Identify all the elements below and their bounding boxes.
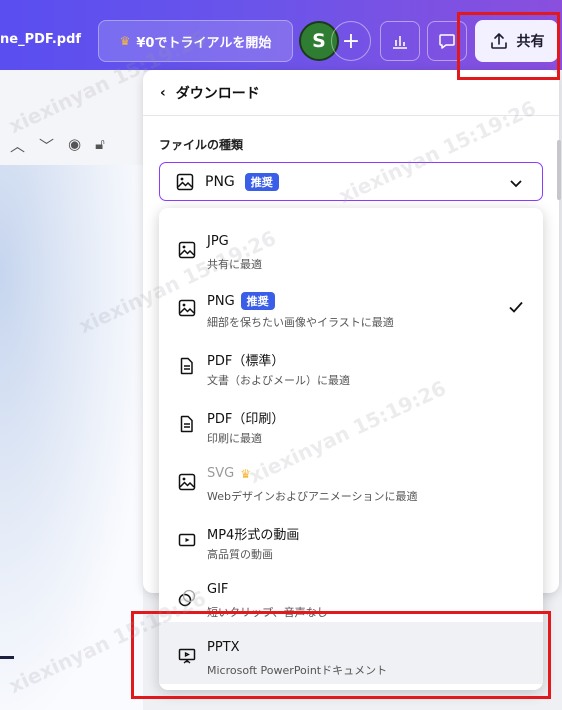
format-option-description: Webデザインおよびアニメーションに最適 — [207, 490, 418, 503]
crown-icon: ♛ — [119, 34, 131, 48]
document-filename[interactable]: ne_PDF.pdf — [0, 32, 81, 47]
chevron-down-icon — [510, 180, 522, 188]
format-option-label: JPG — [207, 234, 229, 249]
image-icon — [177, 298, 197, 318]
format-option-label: GIF — [207, 582, 228, 597]
format-option-pdf[interactable]: PDF（標準） 文書（およびメール）に最適 — [159, 336, 543, 394]
scrollbar[interactable] — [557, 140, 561, 200]
annotation-box — [457, 12, 560, 80]
start-trial-label: ¥0でトライアルを開始 — [136, 35, 272, 51]
preview-element — [0, 656, 14, 659]
panel-title: ダウンロード — [175, 85, 260, 102]
lock-icon[interactable]: 🔓︎ — [95, 135, 105, 156]
format-name: GIF — [207, 582, 229, 597]
format-name: PDF（印刷） — [207, 412, 285, 427]
recommended-badge: 推奨 — [240, 292, 275, 310]
comment-icon — [439, 34, 455, 49]
format-option-description: 高品質の動画 — [207, 548, 273, 561]
format-option-description: 共有に最適 — [207, 258, 262, 271]
back-chevron-icon[interactable]: ‹ — [160, 85, 166, 101]
document-icon — [177, 414, 197, 434]
analytics-button[interactable] — [380, 21, 420, 61]
format-option-label: PDF（印刷） — [207, 408, 284, 427]
format-option-mp4[interactable]: MP4形式の動画 高品質の動画 — [159, 510, 543, 568]
format-option-description: 文書（およびメール）に最適 — [207, 374, 350, 387]
format-name: PNG — [207, 293, 235, 309]
annotation-box — [131, 611, 551, 699]
visibility-icon[interactable]: ◉ — [68, 135, 81, 156]
format-option-label: MP4形式の動画 — [207, 524, 299, 543]
format-option-label: PDF（標準） — [207, 350, 284, 369]
format-name: SVG — [207, 466, 235, 481]
gif-icon — [177, 588, 197, 608]
document-icon — [177, 356, 197, 376]
video-icon — [177, 530, 197, 550]
file-type-select[interactable]: PNG 推奨 — [159, 162, 543, 201]
selected-format: PNG — [205, 173, 235, 190]
chevron-down-icon[interactable]: ﹀ — [39, 135, 54, 156]
add-collaborator-button[interactable]: + — [331, 21, 371, 61]
chevron-up-icon[interactable]: ︿ — [10, 135, 25, 156]
format-option-label: SVG ♛ — [207, 466, 251, 481]
image-icon — [177, 472, 197, 492]
recommended-badge: 推奨 — [244, 172, 279, 191]
format-option-pdf[interactable]: PDF（印刷） 印刷に最適 — [159, 394, 543, 452]
page-toolbar: ︿ ﹀ ◉ 🔓︎ — [10, 135, 105, 156]
crown-icon: ♛ — [240, 466, 251, 481]
format-option-svg[interactable]: SVG ♛ Webデザインおよびアニメーションに最適 — [159, 452, 543, 510]
image-icon — [177, 240, 197, 260]
format-option-description: 細部を保ちたい画像やイラストに最適 — [207, 316, 394, 329]
format-name: JPG — [207, 234, 229, 249]
file-type-label: ファイルの種類 — [159, 138, 244, 152]
format-name: MP4形式の動画 — [207, 528, 300, 543]
start-trial-button[interactable]: ♛ ¥0でトライアルを開始 — [98, 20, 293, 62]
page-preview[interactable] — [0, 165, 143, 710]
plus-icon: + — [341, 28, 361, 54]
bar-chart-icon — [393, 36, 407, 49]
format-option-jpg[interactable]: JPG 共有に最適 — [159, 220, 543, 278]
format-option-description: 印刷に最適 — [207, 432, 262, 445]
format-name: PDF（標準） — [207, 354, 285, 369]
format-option-label: PNG 推奨 — [207, 292, 275, 310]
format-option-png[interactable]: PNG 推奨細部を保ちたい画像やイラストに最適 — [159, 278, 543, 336]
image-icon — [176, 173, 194, 190]
checkmark-icon — [507, 298, 525, 320]
